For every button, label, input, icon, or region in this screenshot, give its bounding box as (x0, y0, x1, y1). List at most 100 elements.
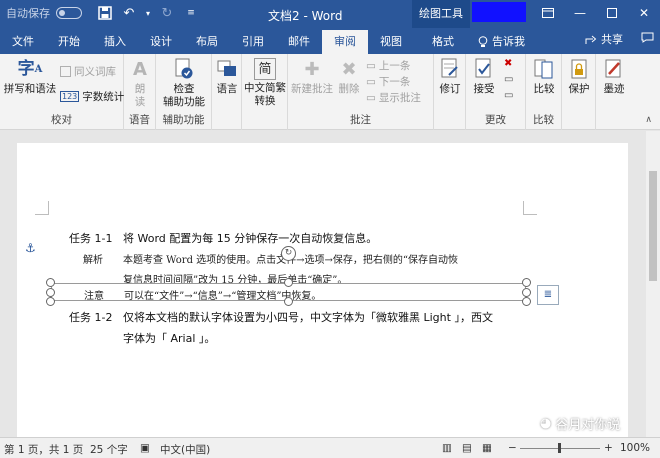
read-mode-icon[interactable]: ▥ (442, 442, 452, 454)
tab-layout[interactable]: 布局 (184, 30, 230, 54)
vertical-scrollbar[interactable] (646, 131, 660, 437)
thesaurus-label: 同义词库 (74, 66, 116, 78)
tab-review[interactable]: 审阅 (322, 30, 368, 54)
ribbon-review: 字A 拼写和语法 同义词库 123 字数统计 校对 A 朗 读 语音 检查 辅助… (0, 54, 660, 130)
autosave-toggle[interactable] (56, 7, 82, 19)
resize-handle[interactable] (46, 278, 55, 287)
margin-mark-top-left (35, 201, 49, 215)
tab-format[interactable]: 格式 (420, 30, 466, 54)
zoom-out-icon[interactable]: − (508, 442, 517, 454)
read-aloud-button[interactable]: A 朗 读 (126, 56, 154, 109)
language-status[interactable]: 中文(中国) (160, 442, 210, 457)
print-layout-icon[interactable]: ▤ (462, 442, 472, 454)
zoom-in-icon[interactable]: + (604, 442, 613, 454)
check-access-label-2: 辅助功能 (163, 96, 205, 108)
word-count-button[interactable]: 123 字数统计 (60, 89, 124, 104)
accept-button[interactable]: 接受 (468, 56, 500, 96)
next-comment-button[interactable]: ▭ 下一条 (366, 74, 410, 89)
tab-mailings[interactable]: 邮件 (276, 30, 322, 54)
margin-mark-top-right (523, 201, 537, 215)
ribbon-tabs: 文件 开始 插入 设计 布局 引用 邮件 审阅 视图 格式 告诉我 共享 (0, 28, 660, 54)
prev-comment-label: 上一条 (378, 60, 411, 72)
track-changes-button[interactable]: 修订 (436, 56, 464, 96)
tab-home[interactable]: 开始 (46, 30, 92, 54)
resize-handle[interactable] (522, 297, 531, 306)
page-count[interactable]: 第 1 页，共 1 页 (4, 442, 83, 457)
customize-qat-icon[interactable]: ≡ (182, 4, 200, 22)
trad-simp-button[interactable]: 简 中文简繁 转换 (243, 56, 287, 108)
maximize-icon[interactable] (596, 0, 628, 26)
share-button[interactable]: 共享 (585, 31, 623, 47)
ribbon-display-icon[interactable] (532, 0, 564, 26)
layout-options-icon[interactable]: ≣ (537, 285, 559, 305)
window-controls: — ✕ (532, 0, 660, 26)
minimize-icon[interactable]: — (564, 0, 596, 26)
document-page[interactable]: ⚓ 任务 1-1 将 Word 配置为每 15 分钟保存一次自动恢复信息。 解析… (17, 143, 628, 443)
thesaurus-button[interactable]: 同义词库 (60, 64, 116, 79)
save-icon[interactable] (96, 4, 114, 22)
resize-handle[interactable] (522, 278, 531, 287)
tell-me-search[interactable]: 告诉我 (466, 30, 537, 54)
quick-access-toolbar: 自动保存 ↶ ▾ ↻ ≡ (6, 4, 200, 22)
zhuyi-label: 注意 (84, 291, 104, 302)
previous-change-icon[interactable]: ▭ (504, 74, 513, 85)
undo-icon[interactable]: ↶ (120, 4, 138, 22)
group-changes: 接受 ✖ ▭ ▭ 更改 (466, 54, 526, 130)
trad-simp-label-1: 中文简繁 (244, 82, 286, 94)
next-change-icon[interactable]: ▭ (504, 90, 513, 101)
resize-handle[interactable] (284, 297, 293, 306)
watermark-text: 谷月对你说 (555, 418, 621, 433)
account-box[interactable] (472, 2, 526, 22)
close-icon[interactable]: ✕ (628, 0, 660, 26)
resize-handle[interactable] (46, 297, 55, 306)
rotate-handle[interactable]: ↻ (281, 246, 296, 261)
tab-references[interactable]: 引用 (230, 30, 276, 54)
compare-icon (531, 56, 557, 82)
tab-right-actions: 共享 (585, 31, 654, 47)
group-tracking: 修订 (434, 54, 466, 130)
read-aloud-icon: A (133, 58, 147, 80)
scrollbar-thumb[interactable] (649, 171, 657, 281)
check-accessibility-button[interactable]: 检查 辅助功能 (158, 56, 210, 109)
spelling-grammar-button[interactable]: 字A 拼写和语法 (2, 56, 58, 96)
new-comment-button[interactable]: ✚ 新建批注 (290, 56, 334, 96)
drawing-tools-context: 绘图工具 (412, 0, 470, 28)
group-compare-label: 比较 (533, 114, 554, 126)
language-button[interactable]: 语言 (213, 56, 241, 96)
tab-insert[interactable]: 插入 (92, 30, 138, 54)
title-bar: 自动保存 ↶ ▾ ↻ ≡ 文档2 - Word 绘图工具 — ✕ (0, 0, 660, 28)
zoom-level[interactable]: 100% (620, 442, 650, 454)
delete-comment-button[interactable]: ✖ 删除 (334, 56, 364, 96)
prev-comment-button[interactable]: ▭ 上一条 (366, 58, 410, 73)
resize-handle[interactable] (522, 288, 531, 297)
group-proofing: 字A 拼写和语法 同义词库 123 字数统计 校对 (0, 54, 124, 130)
web-layout-icon[interactable]: ▦ (482, 442, 492, 454)
redo-icon[interactable]: ↻ (158, 4, 176, 22)
show-comments-icon: ▭ (366, 91, 376, 104)
task2-line-2: 字体为「 Arial 」。 (123, 332, 216, 345)
ink-button[interactable]: 墨迹 (598, 56, 630, 96)
comments-icon[interactable] (641, 32, 654, 46)
group-accessibility-label: 辅助功能 (162, 114, 205, 126)
anchor-icon: ⚓ (25, 241, 36, 255)
tab-view[interactable]: 视图 (368, 30, 414, 54)
resize-handle[interactable] (46, 288, 55, 297)
group-protect: 保护 (562, 54, 596, 130)
protect-button[interactable]: 保护 (564, 56, 594, 96)
task2-line-1: 仅将本文档的默认字体设置为小四号，中文字体为「微软雅黑 Light 」，西文 (123, 311, 493, 324)
resize-handle[interactable] (284, 278, 293, 287)
compare-button[interactable]: 比较 (528, 56, 560, 96)
thesaurus-icon (60, 66, 71, 77)
ink-label: 墨迹 (603, 83, 625, 95)
proofing-status-icon[interactable]: ▣ (140, 442, 150, 454)
reject-icon[interactable]: ✖ (504, 58, 512, 69)
collapse-ribbon-icon[interactable]: ∧ (645, 115, 652, 125)
word-count-label: 字数统计 (82, 91, 125, 103)
show-comments-button[interactable]: ▭ 显示批注 (366, 90, 421, 105)
zoom-slider-thumb[interactable] (558, 443, 561, 453)
tab-design[interactable]: 设计 (138, 30, 184, 54)
word-count-status[interactable]: 25 个字 (90, 442, 128, 457)
tab-file[interactable]: 文件 (0, 30, 46, 54)
undo-dropdown-icon[interactable]: ▾ (144, 4, 152, 22)
wechat-icon: ◕ (540, 416, 552, 431)
